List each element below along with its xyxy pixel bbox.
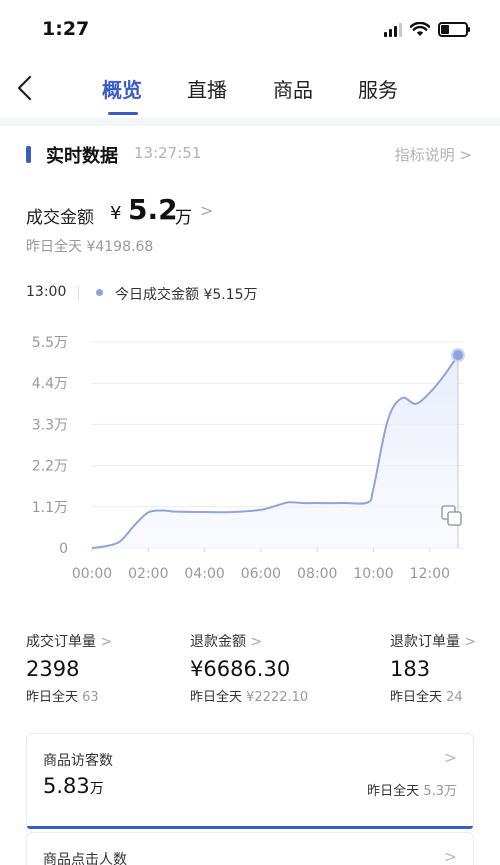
chevron-right-icon: > <box>100 634 113 650</box>
signal-icon <box>384 22 402 37</box>
status-time: 1:27 <box>42 18 90 40</box>
copy-icon-front <box>447 511 462 526</box>
gmv-currency: ¥ <box>110 203 122 224</box>
wifi-icon <box>410 22 430 36</box>
gmv-yesterday-label: 昨日全天 <box>26 239 82 255</box>
legend-dot-icon <box>96 289 103 296</box>
metric-label: 退款订单量 > <box>390 634 477 650</box>
card-active-indicator <box>27 826 473 829</box>
clicks-card[interactable]: 商品点击人数 > <box>26 832 474 865</box>
status-icons <box>384 22 470 37</box>
back-arrow-icon[interactable] <box>12 72 40 104</box>
legend-divider <box>78 286 79 300</box>
x-tick-label: 00:00 <box>72 566 112 582</box>
chevron-right-icon: > <box>443 748 457 767</box>
gmv-chevron-icon[interactable]: > <box>200 201 213 220</box>
legend-series-value: ¥5.15万 <box>203 287 258 303</box>
gmv-trend-chart[interactable]: 0 1.1万 2.2万 3.3万 4.4万 5.5万 00:00 02:00 04:00 06:0… <box>26 326 474 586</box>
visitors-card[interactable]: 商品访客数 5.83万 > 昨日全天 5.3万 <box>26 733 474 829</box>
gmv-value: 5.2 <box>128 193 178 226</box>
x-tick-label: 02:00 <box>128 566 168 582</box>
x-tick-label: 10:00 <box>353 566 393 582</box>
y-tick-label: 0 <box>59 541 68 557</box>
metric-label: 退款金额 > <box>190 634 263 650</box>
metric-value: 2398 <box>26 657 80 681</box>
clicks-label: 商品点击人数 <box>43 852 127 865</box>
series-area <box>92 355 458 548</box>
tab-products[interactable]: 商品 <box>273 74 313 103</box>
battery-icon <box>438 22 470 37</box>
y-tick-label: 1.1万 <box>32 500 68 516</box>
x-tick-label: 12:00 <box>410 566 450 582</box>
active-tab-indicator <box>108 112 138 115</box>
status-bar: 1:27 <box>0 0 500 60</box>
x-tick-label: 06:00 <box>241 566 281 582</box>
y-tick-label: 2.2万 <box>32 459 68 475</box>
y-tick-label: 5.5万 <box>32 335 68 351</box>
tab-overview[interactable]: 概览 <box>102 74 142 103</box>
chart-legend-time: 13:00 <box>26 284 67 300</box>
metric-value: 183 <box>390 657 431 681</box>
metric-yesterday: 昨日全天 24 <box>390 690 463 705</box>
section-timestamp: 13:27:51 <box>134 144 202 162</box>
chevron-right-icon: > <box>464 634 477 650</box>
y-tick-label: 4.4万 <box>32 376 68 392</box>
tab-live[interactable]: 直播 <box>187 74 227 103</box>
y-tick-label: 3.3万 <box>32 417 68 433</box>
gmv-yesterday: 昨日全天 ¥4198.68 <box>26 236 153 256</box>
metric-value: ¥6686.30 <box>190 657 291 681</box>
x-tick-label: 04:00 <box>184 566 224 582</box>
gmv-label[interactable]: 成交金额 <box>26 203 94 228</box>
metric-refund-amount[interactable]: 退款金额 > ¥6686.30 昨日全天 ¥2222.10 <box>190 631 308 705</box>
visitors-label: 商品访客数 <box>43 753 113 769</box>
visitors-value: 5.83万 <box>43 774 104 798</box>
chevron-right-icon: > <box>250 634 263 650</box>
metric-info-link[interactable]: 指标说明 > <box>395 144 472 165</box>
x-tick-label: 08:00 <box>297 566 337 582</box>
tab-service[interactable]: 服务 <box>358 74 398 103</box>
gmv-yesterday-value: ¥4198.68 <box>86 239 154 255</box>
chevron-right-icon: > <box>443 847 457 865</box>
section-title: 实时数据 <box>46 146 118 167</box>
cursor-point <box>453 350 463 361</box>
metric-yesterday: 昨日全天 63 <box>26 690 99 705</box>
metric-yesterday: 昨日全天 ¥2222.10 <box>190 690 309 705</box>
visitors-yesterday: 昨日全天 5.3万 <box>367 784 457 799</box>
section-marker <box>26 146 31 163</box>
legend-series-label: 今日成交金额 <box>115 287 199 303</box>
chart-legend-series: 今日成交金额 ¥5.15万 <box>115 284 258 304</box>
top-nav: 概览 直播 商品 服务 <box>0 60 500 118</box>
metric-refund-orders[interactable]: 退款订单量 > 183 昨日全天 24 <box>390 631 476 705</box>
realtime-card: 实时数据 13:27:51 指标说明 > 成交金额 ¥ 5.2 万 > 昨日全天… <box>0 126 500 865</box>
gmv-unit: 万 <box>175 208 192 228</box>
metric-orders[interactable]: 成交订单量 > 2398 昨日全天 63 <box>26 631 112 705</box>
metric-label: 成交订单量 > <box>26 634 113 650</box>
